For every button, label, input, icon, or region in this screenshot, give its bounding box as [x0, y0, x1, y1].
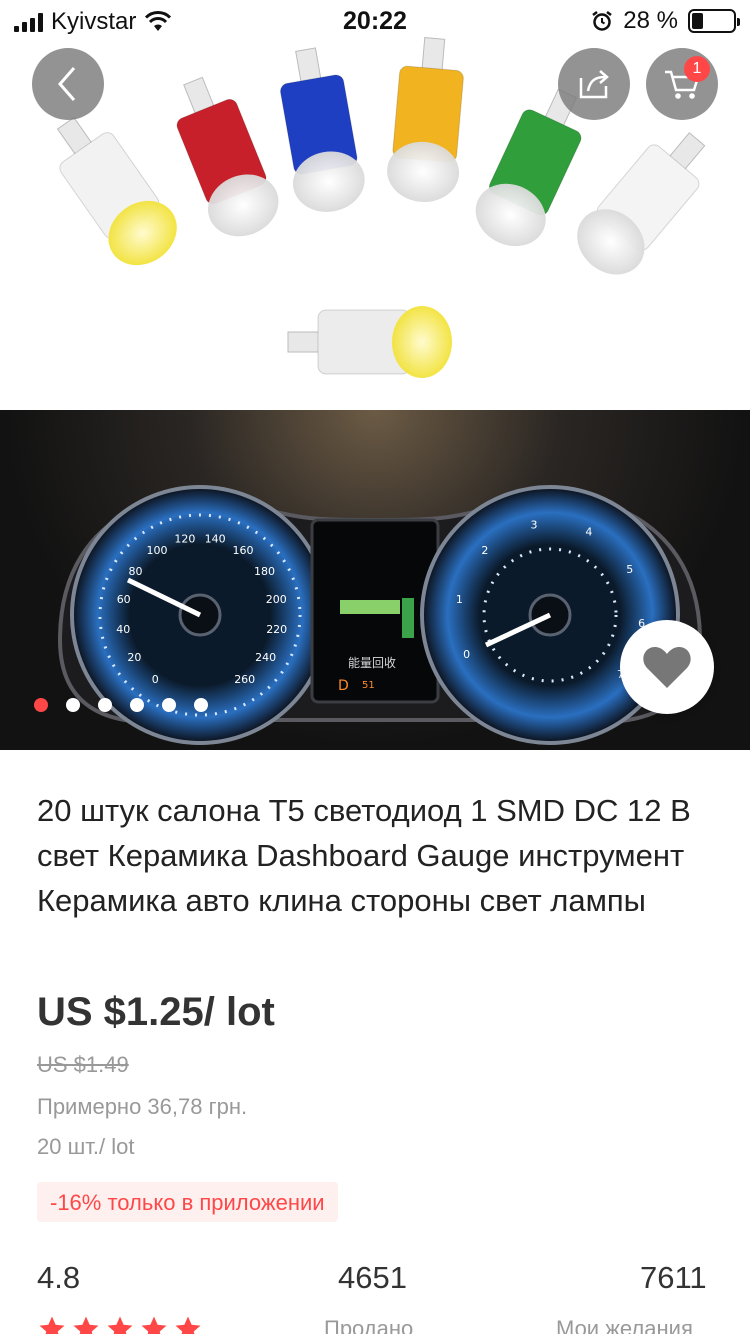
heart-icon — [643, 646, 691, 688]
led-bulb — [577, 132, 706, 275]
sold-label: Продано — [324, 1316, 414, 1334]
gauge-tick-label: 40 — [116, 623, 130, 636]
cart-count-badge: 1 — [684, 56, 710, 82]
gallery-dot[interactable] — [162, 698, 176, 712]
center-display: 能量回收 D 51 — [310, 518, 440, 704]
rating-stars — [37, 1314, 203, 1334]
alarm-icon — [592, 11, 613, 31]
gauge-tick-label: 0 — [463, 648, 470, 661]
gauge-tick-label: 80 — [129, 565, 143, 578]
gallery-dot[interactable] — [130, 698, 144, 712]
gauge-tick-label: 4 — [585, 526, 592, 539]
gauge-tick-label: 0 — [152, 673, 159, 686]
star-icon — [175, 1316, 201, 1334]
star-icon — [107, 1316, 133, 1334]
chevron-left-icon — [58, 67, 76, 101]
share-icon — [579, 70, 609, 99]
gauge-tick-label: 2 — [481, 544, 488, 557]
sold-count: 4651 — [338, 1260, 407, 1295]
share-button[interactable] — [558, 48, 630, 120]
svg-text:51: 51 — [362, 680, 375, 691]
wishlist-count: 7611 — [640, 1260, 707, 1295]
svg-text:能量回收: 能量回收 — [348, 656, 396, 670]
status-bar-right: 28 % — [591, 7, 740, 35]
gauge-tick-label: 200 — [266, 593, 287, 606]
gauge-tick-label: 240 — [255, 651, 276, 664]
gauge-tick-label: 3 — [531, 518, 538, 531]
star-icon — [73, 1316, 99, 1334]
svg-text:D: D — [338, 678, 349, 694]
gallery-dot[interactable] — [194, 698, 208, 712]
product-photo-bulbs — [0, 0, 750, 410]
status-bar: Kyivstar 20:22 28 % — [0, 0, 750, 40]
star-icon — [141, 1316, 167, 1334]
gauge-tick-label: 260 — [234, 673, 255, 686]
led-bulb — [287, 306, 452, 378]
app-discount-badge: -16% только в приложении — [37, 1182, 338, 1222]
gallery-pagination[interactable] — [34, 698, 208, 712]
led-bulb — [387, 37, 464, 202]
gauge-tick-label: 120 — [174, 533, 195, 546]
battery-fill — [692, 13, 704, 29]
gauge-tick-label: 20 — [127, 651, 141, 664]
gauge-tick-label: 160 — [233, 544, 254, 557]
original-price: US $1.49 — [37, 1052, 129, 1077]
led-bulb — [280, 47, 365, 212]
cart-button[interactable]: 1 — [646, 48, 718, 120]
gauge-tick-label: 220 — [266, 623, 287, 636]
gauge-tick-label: 140 — [205, 533, 226, 546]
product-price: US $1.25/ lot — [37, 990, 275, 1034]
gauge-tick-label: 1 — [456, 593, 463, 606]
gauge-tick-label: 5 — [626, 563, 633, 576]
led-bulb — [176, 76, 279, 237]
gallery-dot[interactable] — [34, 698, 48, 712]
gauge-tick-label: 60 — [117, 593, 131, 606]
lot-size: 20 шт./ lot — [37, 1134, 135, 1159]
gallery-dot[interactable] — [98, 698, 112, 712]
star-icon — [39, 1316, 65, 1334]
rating-value: 4.8 — [37, 1260, 81, 1295]
add-to-wishlist-button[interactable] — [620, 620, 714, 714]
gauge-tick-label: 100 — [147, 544, 168, 557]
led-bulb — [56, 116, 177, 266]
led-bulbs-image — [56, 37, 706, 378]
approximate-local-price: Примерно 36,78 грн. — [37, 1094, 248, 1119]
battery-icon — [688, 9, 740, 33]
gallery-dot[interactable] — [66, 698, 80, 712]
gauge-tick-label: 180 — [254, 565, 275, 578]
back-button[interactable] — [32, 48, 104, 120]
battery-percent: 28 % — [623, 7, 678, 34]
product-title: 20 штук салона T5 светодиод 1 SMD DC 12 … — [37, 793, 691, 918]
wishlist-label: Мои желания — [556, 1316, 693, 1334]
product-gallery[interactable]: 0 20 40 60 80 100 120 140 160 180 200 220 240 260 能量回… — [0, 0, 750, 750]
